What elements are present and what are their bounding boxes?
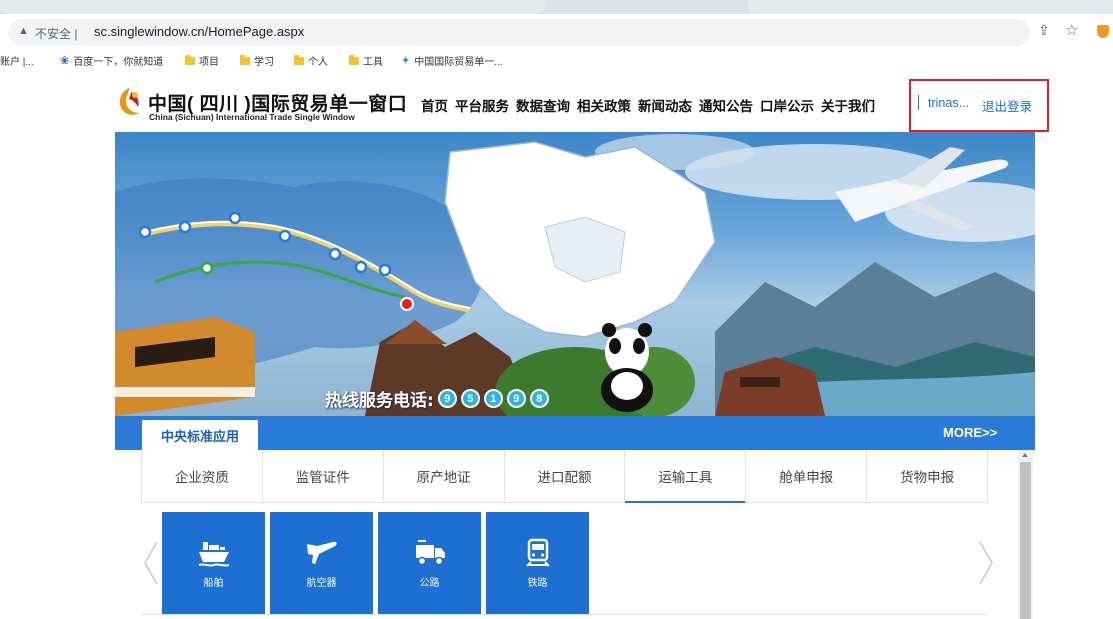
tab-enterprise-qualification[interactable]: 企业资质 (142, 450, 263, 502)
category-tabs: 企业资质 监管证件 原产地证 进口配额 运输工具 舱单申报 货物申报 (141, 450, 988, 503)
browser-tab[interactable] (748, 0, 1113, 14)
ship-icon (198, 542, 229, 567)
scrollbar-thumb[interactable] (1020, 462, 1031, 619)
carousel-next-arrow-icon[interactable] (977, 540, 995, 586)
nav-platform-services[interactable]: 平台服务 (455, 95, 509, 115)
address-bar[interactable]: ▲ 不安全 | sc.singlewindow.cn/HomePage.aspx (8, 19, 1030, 46)
folder-icon (294, 54, 304, 65)
app-tile-label: 航空器 (306, 578, 337, 589)
carousel-prev-arrow-icon[interactable] (142, 540, 160, 586)
folder-icon (349, 54, 359, 65)
main-nav: 首页 平台服务 数据查询 相关政策 新闻动态 通知公告 口岸公示 关于我们 (421, 95, 882, 115)
app-tile-road[interactable]: 公路 (378, 512, 481, 615)
tab-central-standard-apps[interactable]: 中央标准应用 (142, 420, 258, 450)
hotline: 热线服务电话: 9 5 1 9 8 (325, 386, 549, 411)
more-link[interactable]: MORE>> (943, 425, 997, 440)
insecure-label[interactable]: 不安全 | (35, 25, 77, 42)
app-tile-ship[interactable]: 船舶 (162, 512, 265, 615)
hotline-label: 热线服务电话: (325, 391, 434, 411)
warning-icon[interactable]: ▲ (18, 25, 30, 39)
airplane-icon (306, 541, 337, 564)
bookmark-label: 工具 (363, 57, 383, 68)
panel-scrollbar[interactable] (1018, 450, 1033, 619)
app-tile-label: 船舶 (203, 578, 224, 589)
globe-icon: ✦ (401, 55, 411, 67)
nav-policies[interactable]: 相关政策 (577, 95, 631, 115)
bookmark-label: 学习 (254, 57, 274, 68)
app-tile-label: 公路 (419, 578, 440, 589)
url-text[interactable]: sc.singlewindow.cn/HomePage.aspx (94, 24, 304, 39)
hotline-digit: 5 (460, 389, 480, 408)
hotline-digit: 1 (483, 389, 503, 408)
divider (918, 95, 919, 110)
bookmark-item[interactable]: 个人 (294, 53, 328, 68)
tab-transport-vehicles[interactable]: 运输工具 (625, 450, 747, 503)
share-icon[interactable]: ⇪ (1038, 22, 1050, 39)
app-tile-railway[interactable]: 铁路 (486, 512, 589, 615)
browser-tab-strip (0, 0, 1113, 14)
bookmarks-bar: 账户 |... ❀ 百度一下，你就知道 项目 学习 个人 工具 ✦ 中国国际贸易… (0, 50, 1113, 70)
nav-data-query[interactable]: 数据查询 (516, 95, 570, 115)
extension-icon[interactable] (1097, 25, 1109, 38)
bookmark-item[interactable]: 工具 (349, 53, 383, 68)
hero-banner[interactable]: 热线服务电话: 9 5 1 9 8 (115, 132, 1035, 416)
hotline-digit: 9 (437, 389, 457, 408)
bookmark-item[interactable]: ✦ 中国国际贸易单一... (401, 53, 503, 68)
nav-home[interactable]: 首页 (421, 95, 448, 115)
truck-icon (415, 540, 445, 566)
bookmark-item[interactable]: 项目 (185, 53, 219, 68)
tab-import-quota[interactable]: 进口配额 (505, 450, 626, 502)
paw-icon: ❀ (60, 55, 70, 67)
browser-toolbar: ▲ 不安全 | sc.singlewindow.cn/HomePage.aspx… (0, 14, 1113, 50)
hotline-digit: 9 (506, 389, 526, 408)
bookmark-item[interactable]: 学习 (240, 53, 274, 68)
scroll-up-arrow-icon[interactable] (1022, 453, 1028, 457)
banner-illustration (115, 134, 1035, 416)
divider (141, 614, 988, 615)
site-logo-icon[interactable] (115, 86, 143, 118)
nav-news[interactable]: 新闻动态 (638, 95, 692, 115)
bookmark-item[interactable]: 账户 |... (0, 53, 34, 68)
bookmark-label: 项目 (199, 57, 219, 68)
bookmark-label: 百度一下，你就知道 (73, 57, 164, 68)
user-area-highlight: trinas... 退出登录 (909, 79, 1049, 132)
nav-about[interactable]: 关于我们 (821, 95, 875, 115)
app-tile-aircraft[interactable]: 航空器 (270, 512, 373, 615)
bookmark-label: 账户 |... (0, 57, 34, 68)
nav-notices[interactable]: 通知公告 (699, 95, 753, 115)
bookmark-item[interactable]: ❀ 百度一下，你就知道 (60, 53, 163, 68)
app-tiles: 船舶 航空器 公路 铁路 (162, 512, 589, 615)
bookmark-label: 个人 (308, 57, 328, 68)
folder-icon (185, 54, 195, 65)
star-icon[interactable]: ☆ (1065, 21, 1078, 39)
nav-port-announcements[interactable]: 口岸公示 (760, 95, 814, 115)
username-link[interactable]: trinas... (928, 96, 969, 110)
site-subtitle: China (Sichuan) International Trade Sing… (149, 112, 355, 122)
bookmark-label: 中国国际贸易单一... (414, 57, 503, 68)
train-icon (525, 538, 550, 567)
folder-icon (240, 54, 250, 65)
tab-manifest-declaration[interactable]: 舱单申报 (746, 450, 868, 502)
tab-regulatory-certificates[interactable]: 监管证件 (263, 450, 384, 502)
tab-certificate-of-origin[interactable]: 原产地证 (384, 450, 505, 502)
app-tile-label: 铁路 (527, 578, 548, 589)
browser-tab[interactable] (0, 0, 545, 14)
hotline-digit: 8 (529, 389, 549, 408)
site-header: 中国( 四川 )国际贸易单一窗口 China (Sichuan) Interna… (0, 70, 1113, 132)
tab-goods-declaration[interactable]: 货物申报 (867, 450, 987, 502)
logout-link[interactable]: 退出登录 (982, 96, 1032, 115)
apps-section-bar: 中央标准应用 MORE>> (115, 416, 1035, 450)
